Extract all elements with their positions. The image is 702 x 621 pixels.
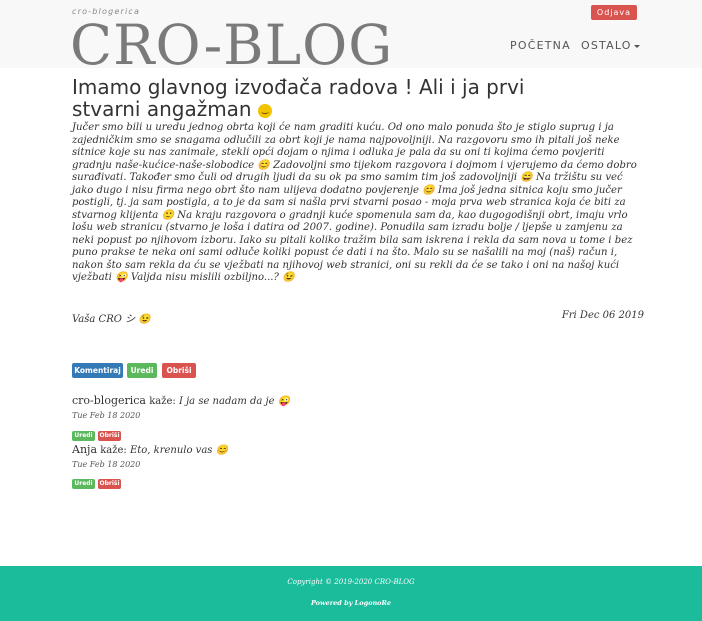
edit-comment-button[interactable]: Uredi [72, 431, 95, 441]
comment-date: Tue Feb 18 2020 [72, 460, 141, 469]
post-title-text: Imamo glavnog izvođača radova ! Ali i ja… [72, 75, 525, 121]
logout-button[interactable]: Odjava [591, 5, 637, 20]
edit-comment-button[interactable]: Uredi [72, 479, 95, 489]
comment-author: cro-blogerica [72, 394, 146, 407]
nav-other-label: OSTALO [581, 39, 632, 52]
page-footer: Copyright © 2019-2020 CRO-BLOG Powered b… [0, 566, 702, 621]
footer-copyright: Copyright © 2019-2020 CRO-BLOG [287, 578, 415, 586]
comment-item: Anja kaže: Eto, krenulo vas 😊 [72, 443, 228, 456]
site-brand[interactable]: CRO-BLOG [70, 12, 393, 78]
post-body: Jučer smo bili u uredu jednog obrta koji… [72, 122, 637, 283]
grin-emoji-icon [257, 103, 272, 118]
delete-comment-button[interactable]: Obriši [98, 431, 121, 441]
delete-post-button[interactable]: Obriši [162, 363, 196, 378]
comment-item: cro-blogerica kaže: I ja se nadam da je … [72, 394, 290, 407]
nav-other-dropdown[interactable]: OSTALO [581, 39, 640, 52]
top-navbar: cro-blogerica CRO-BLOG Odjava POČETNA OS… [0, 0, 702, 77]
nav-home-link[interactable]: POČETNA [510, 39, 571, 52]
comment-date: Tue Feb 18 2020 [72, 411, 141, 420]
comment-text: Eto, krenulo vas 😊 [129, 445, 229, 456]
comment-button[interactable]: Komentiraj [72, 363, 123, 378]
post-title: Imamo glavnog izvođača radova ! Ali i ja… [72, 76, 592, 120]
edit-post-button[interactable]: Uredi [127, 363, 157, 378]
comment-says: kaže: [149, 396, 176, 407]
caret-down-icon [633, 44, 640, 48]
comment-author: Anja [72, 443, 97, 456]
delete-comment-button[interactable]: Obriši [98, 479, 121, 489]
comment-says: kaže: [100, 445, 127, 456]
post-date: Fri Dec 06 2019 [561, 310, 644, 321]
comment-text: I ja se nadam da je 😜 [178, 396, 291, 407]
post-signature: Vaša CRO シ 😉 [72, 314, 151, 325]
footer-powered-by: Powered by LogonoRe [310, 599, 392, 607]
